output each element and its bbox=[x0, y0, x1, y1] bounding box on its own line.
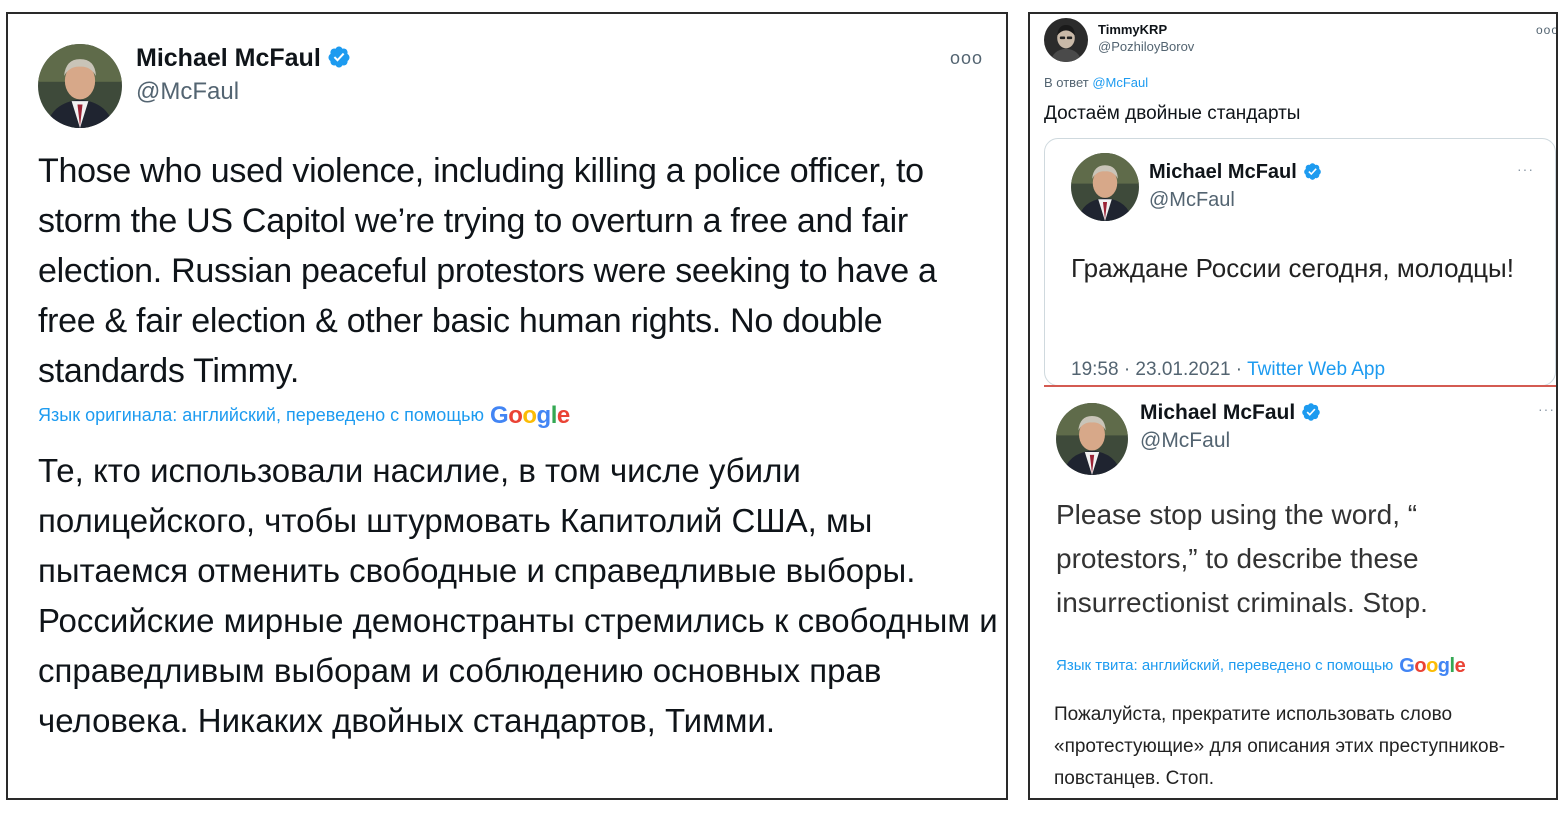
tweet-timestamp[interactable]: 19:58 · 23.01.2021 · bbox=[1071, 359, 1247, 380]
avatar[interactable] bbox=[1056, 403, 1128, 475]
verified-badge-icon bbox=[1301, 402, 1321, 422]
translation-note: Язык оригинала: английский, переведено с… bbox=[38, 402, 570, 430]
tweet-card-left: Michael McFaul @McFaul ooo Those who use… bbox=[6, 12, 1008, 800]
translation-note: Язык твита: английский, переведено с пом… bbox=[1056, 655, 1466, 678]
quoted-tweet[interactable]: Michael McFaul @McFaul ··· Граждане Росс… bbox=[1044, 138, 1556, 386]
more-options-icon[interactable]: ··· bbox=[1517, 161, 1534, 177]
tweet-text: Please stop using the word, “ protestors… bbox=[1056, 499, 1428, 618]
author-handle[interactable]: @McFaul bbox=[1140, 429, 1230, 453]
author-name-text: Michael McFaul bbox=[1140, 401, 1296, 424]
verified-badge-icon bbox=[1303, 162, 1322, 181]
translation-note-text: Язык твита: английский, переведено с пом… bbox=[1056, 657, 1394, 674]
translated-text: Пожалуйста, прекратите использовать слов… bbox=[1054, 704, 1506, 789]
more-options-icon[interactable]: ooo bbox=[1536, 23, 1556, 37]
more-options-icon[interactable]: ooo bbox=[950, 48, 983, 69]
tweet-meta: 19:58 · 23.01.2021 · Twitter Web App bbox=[1071, 359, 1385, 381]
tweet-text: Those who used violence, including killi… bbox=[38, 152, 937, 390]
avatar[interactable] bbox=[1071, 153, 1139, 221]
reply-prefix: В ответ bbox=[1044, 75, 1089, 90]
author-name[interactable]: Michael McFaul bbox=[1140, 401, 1321, 425]
tweet-card-right: TimmyKRP @PozhiloyBorov ooo В ответ @McF… bbox=[1028, 12, 1558, 800]
tweet-source-link[interactable]: Twitter Web App bbox=[1247, 359, 1385, 380]
quoted-tweet[interactable]: Michael McFaul @McFaul ··· Please stop u… bbox=[1044, 387, 1556, 798]
author-handle[interactable]: @McFaul bbox=[136, 78, 239, 106]
avatar[interactable] bbox=[38, 44, 122, 128]
reply-context: В ответ @McFaul bbox=[1044, 75, 1148, 90]
google-logo: Google bbox=[1399, 655, 1466, 677]
author-handle[interactable]: @PozhiloyBorov bbox=[1098, 39, 1194, 54]
author-name-text: Michael McFaul bbox=[136, 44, 321, 72]
author-name[interactable]: Michael McFaul bbox=[1149, 161, 1322, 184]
translated-text: Те, кто использовали насилие, в том числ… bbox=[38, 452, 998, 739]
user-portrait-icon bbox=[1071, 153, 1139, 221]
google-logo: Google bbox=[490, 402, 570, 429]
author-name[interactable]: TimmyKRP bbox=[1098, 22, 1167, 37]
tweet-text: Достаём двойные стандарты bbox=[1044, 103, 1301, 124]
author-handle[interactable]: @McFaul bbox=[1149, 189, 1235, 212]
verified-badge-icon bbox=[327, 45, 351, 69]
avatar[interactable] bbox=[1044, 18, 1088, 62]
translation-note-text: Язык оригинала: английский, переведено с… bbox=[38, 405, 485, 425]
tweet-text: Граждане России сегодня, молодцы! bbox=[1071, 253, 1514, 283]
author-name[interactable]: Michael McFaul bbox=[136, 44, 351, 73]
user-portrait-icon bbox=[1056, 403, 1128, 475]
user-portrait-icon bbox=[1044, 18, 1088, 62]
more-options-icon[interactable]: ··· bbox=[1538, 401, 1555, 417]
user-portrait-icon bbox=[38, 44, 122, 128]
author-name-text: Michael McFaul bbox=[1149, 161, 1297, 183]
reply-to-link[interactable]: @McFaul bbox=[1092, 75, 1148, 90]
